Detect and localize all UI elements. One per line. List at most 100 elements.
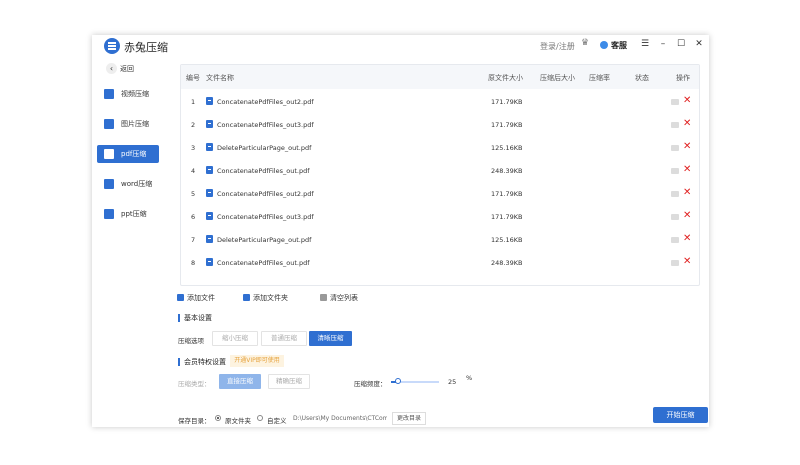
- option-clear-button[interactable]: 清晰压缩: [309, 331, 352, 346]
- compress-type-label: 压缩类型：: [178, 380, 211, 388]
- pdf-file-icon: [206, 212, 213, 220]
- save-path-field[interactable]: D:\Users\My Documents\CTComp: [293, 415, 387, 422]
- quality-slider[interactable]: [391, 378, 439, 384]
- table-row: 8 ConcatenatePdfFiles_out.pdf 248.39KB ✕: [181, 252, 699, 275]
- option-shrink-button[interactable]: 缩小压缩: [212, 331, 258, 346]
- table-row: 6 ConcatenatePdfFiles_out3.pdf 171.79KB …: [181, 206, 699, 229]
- header-index: 编号: [186, 74, 200, 82]
- pdf-file-icon: [206, 235, 213, 243]
- row-filename: ConcatenatePdfFiles_out2.pdf: [217, 98, 314, 106]
- row-orig-size: 125.16KB: [491, 236, 523, 244]
- row-orig-size: 171.79KB: [491, 121, 523, 129]
- vip-badge[interactable]: 开通VIP即可使用: [230, 355, 284, 367]
- row-index: 3: [191, 144, 196, 152]
- customer-service-icon[interactable]: [600, 41, 608, 49]
- radio-custom-folder[interactable]: [257, 415, 263, 421]
- delete-icon[interactable]: ✕: [683, 233, 691, 244]
- row-filename: ConcatenatePdfFiles_out3.pdf: [217, 213, 314, 221]
- header-rate: 压缩率: [589, 74, 610, 82]
- row-orig-size: 171.79KB: [491, 98, 523, 106]
- word-icon: [104, 179, 114, 189]
- delete-icon[interactable]: ✕: [683, 210, 691, 221]
- table-row: 7 DeleteParticularPage_out.pdf 125.16KB …: [181, 229, 699, 252]
- section-title: 基本设置: [184, 314, 212, 322]
- section-marker: [178, 314, 180, 322]
- open-folder-icon[interactable]: [671, 191, 679, 197]
- login-link[interactable]: 登录/注册: [540, 41, 575, 52]
- save-dir-label: 保存目录：: [178, 417, 211, 425]
- sidebar-item-ppt[interactable]: ppt压缩: [97, 205, 159, 223]
- type-precise-button[interactable]: 精确压缩: [268, 374, 310, 389]
- sidebar-item-label: word压缩: [121, 180, 153, 188]
- slider-handle[interactable]: [395, 378, 402, 384]
- delete-icon[interactable]: ✕: [683, 118, 691, 129]
- sidebar-item-video[interactable]: 视频压缩: [97, 85, 159, 103]
- row-index: 6: [191, 213, 196, 221]
- customer-service-link[interactable]: 客服: [611, 40, 627, 51]
- pdf-file-icon: [206, 189, 213, 197]
- section-title: 会员特权设置: [184, 358, 226, 366]
- row-orig-size: 248.39KB: [491, 259, 523, 267]
- table-row: 2 ConcatenatePdfFiles_out3.pdf 171.79KB …: [181, 114, 699, 137]
- title-bar: 赤兔压缩 登录/注册 ♛ 客服 ☰ – ☐ ✕: [92, 35, 709, 57]
- type-direct-button[interactable]: 直接压缩: [219, 374, 261, 389]
- open-folder-icon[interactable]: [671, 168, 679, 174]
- row-index: 2: [191, 121, 196, 129]
- header-action: 操作: [676, 74, 690, 82]
- delete-icon[interactable]: ✕: [683, 256, 691, 267]
- header-name: 文件名称: [206, 74, 234, 82]
- open-folder-icon[interactable]: [671, 237, 679, 243]
- vip-crown-icon[interactable]: ♛: [581, 38, 589, 48]
- custom-folder-label: 自定义: [267, 417, 287, 425]
- add-folder-label: 添加文件夹: [253, 294, 288, 302]
- image-icon: [104, 119, 114, 129]
- row-index: 5: [191, 190, 196, 198]
- table-row: 5 ConcatenatePdfFiles_out2.pdf 171.79KB …: [181, 183, 699, 206]
- delete-icon[interactable]: ✕: [683, 95, 691, 106]
- add-file-icon: [177, 294, 184, 301]
- header-orig-size: 原文件大小: [488, 74, 523, 82]
- open-folder-icon[interactable]: [671, 145, 679, 151]
- open-folder-icon[interactable]: [671, 214, 679, 220]
- change-dir-button[interactable]: 更改目录: [392, 412, 426, 425]
- sidebar-item-pdf[interactable]: pdf压缩: [97, 145, 159, 163]
- close-button[interactable]: ✕: [693, 39, 705, 49]
- table-header: 编号 文件名称 原文件大小 压缩后大小 压缩率 状态 操作: [181, 65, 699, 89]
- row-filename: ConcatenatePdfFiles_out2.pdf: [217, 190, 314, 198]
- row-filename: ConcatenatePdfFiles_out3.pdf: [217, 121, 314, 129]
- delete-icon[interactable]: ✕: [683, 164, 691, 175]
- radio-original-folder[interactable]: [215, 415, 221, 421]
- quality-unit: %: [466, 374, 473, 382]
- pdf-icon: [104, 149, 114, 159]
- table-row: 3 DeleteParticularPage_out.pdf 125.16KB …: [181, 137, 699, 160]
- menu-icon[interactable]: ☰: [639, 39, 651, 49]
- header-comp-size: 压缩后大小: [540, 74, 575, 82]
- pdf-file-icon: [206, 143, 213, 151]
- video-icon: [104, 89, 114, 99]
- maximize-button[interactable]: ☐: [675, 39, 687, 49]
- row-index: 8: [191, 259, 196, 267]
- sidebar-item-word[interactable]: word压缩: [97, 175, 159, 193]
- row-index: 7: [191, 236, 196, 244]
- trash-icon: [320, 294, 327, 301]
- row-orig-size: 171.79KB: [491, 213, 523, 221]
- open-folder-icon[interactable]: [671, 99, 679, 105]
- chevron-left-icon: ‹: [106, 63, 117, 74]
- row-filename: DeleteParticularPage_out.pdf: [217, 144, 312, 152]
- start-compress-button[interactable]: 开始压缩: [653, 407, 708, 423]
- header-status: 状态: [635, 74, 649, 82]
- add-file-label: 添加文件: [187, 294, 215, 302]
- open-folder-icon[interactable]: [671, 260, 679, 266]
- sidebar-item-image[interactable]: 图片压缩: [97, 115, 159, 133]
- option-normal-button[interactable]: 普通压缩: [261, 331, 307, 346]
- row-orig-size: 125.16KB: [491, 144, 523, 152]
- row-filename: ConcatenatePdfFiles_out.pdf: [217, 167, 310, 175]
- open-folder-icon[interactable]: [671, 122, 679, 128]
- minimize-button[interactable]: –: [657, 39, 669, 49]
- app-logo-icon: [104, 38, 120, 54]
- row-index: 4: [191, 167, 196, 175]
- delete-icon[interactable]: ✕: [683, 187, 691, 198]
- row-index: 1: [191, 98, 196, 106]
- row-orig-size: 248.39KB: [491, 167, 523, 175]
- delete-icon[interactable]: ✕: [683, 141, 691, 152]
